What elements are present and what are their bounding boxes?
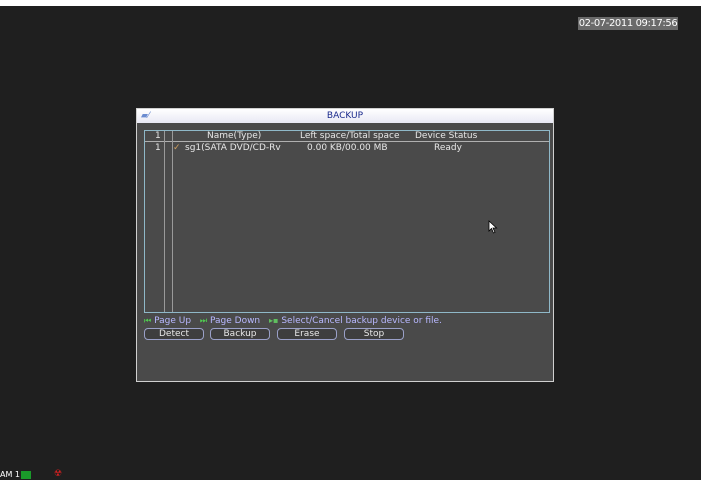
stop-button[interactable]: Stop (344, 328, 404, 340)
checkmark-icon[interactable]: ✓ (173, 143, 181, 154)
hint-bar: ⏮ Page Up ⏭ Page Down ▸▪ Select/Cancel b… (144, 315, 550, 327)
header-space: Left space/Total space (300, 131, 400, 141)
header-name: Name(Type) (207, 131, 262, 141)
row-status: Ready (434, 143, 462, 153)
page-down-hint: Page Down (209, 316, 261, 326)
mouse-pointer-icon (488, 220, 498, 234)
table-header: 1 Name(Type) Left space/Total space Devi… (145, 131, 549, 142)
header-status: Device Status (415, 131, 478, 141)
column-divider (164, 131, 165, 312)
row-index: 1 (155, 143, 161, 153)
alarm-icon: ☢ (54, 469, 63, 479)
page-down-icon: ⏭ (199, 316, 208, 325)
record-status-icon (21, 470, 32, 479)
table-row[interactable]: 1 ✓ sg1(SATA DVD/CD-Rv 0.00 KB/00.00 MB … (145, 143, 549, 154)
datetime-display: 02-07-2011 09:17:56 (578, 17, 678, 30)
dialog-title: BACKUP (326, 111, 364, 121)
dialog-titlebar: ▰⁄ BACKUP (137, 109, 553, 123)
detect-button[interactable]: Detect (144, 328, 204, 340)
erase-button[interactable]: Erase (277, 328, 337, 340)
backup-dialog: ▰⁄ BACKUP 1 Name(Type) Left space/Total … (136, 108, 554, 382)
select-hint: Select/Cancel backup device or file. (281, 316, 442, 326)
select-key-icon: ▸▪ (269, 316, 279, 325)
column-divider (172, 131, 173, 312)
backup-button[interactable]: Backup (210, 328, 270, 340)
page-up-hint: Page Up (154, 316, 192, 326)
page-up-icon: ⏮ (144, 316, 152, 325)
row-device-name: sg1(SATA DVD/CD-Rv (185, 143, 281, 153)
row-space: 0.00 KB/00.00 MB (307, 143, 388, 153)
channel-status: AM 1 (0, 469, 32, 480)
top-border (0, 0, 704, 6)
header-index: 1 (155, 131, 161, 141)
channel-label: AM 1 (0, 470, 21, 479)
